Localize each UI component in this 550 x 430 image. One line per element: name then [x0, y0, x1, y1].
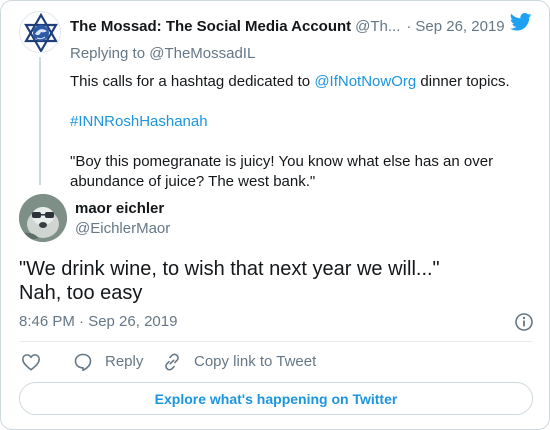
info-icon[interactable]: [514, 312, 534, 332]
parent-author-name[interactable]: The Mossad: The Social Media Account: [70, 17, 351, 37]
parent-tweet-header: The Mossad: The Social Media Account @Th…: [70, 17, 540, 37]
mention-link[interactable]: @IfNotNowOrg: [314, 73, 416, 90]
author-name[interactable]: maor eichler: [75, 200, 164, 218]
parent-tweet[interactable]: The Mossad: The Social Media Account @Th…: [19, 11, 534, 190]
main-tweet-author[interactable]: maor eichler @EichlerMaor: [19, 194, 529, 244]
thread-connector-line: [39, 57, 41, 185]
tweet-actions: Reply Copy link to Tweet: [19, 351, 534, 373]
tweet-timestamp[interactable]: 8:46 PM · Sep 26, 2019: [19, 313, 177, 330]
tweet-meta: 8:46 PM · Sep 26, 2019: [19, 312, 534, 332]
tweet-text-line: "We drink wine, to wish that next year w…: [19, 258, 440, 280]
reply-icon: [74, 353, 92, 372]
mossad-emblem-icon: [24, 12, 58, 52]
link-icon: [165, 353, 179, 371]
hashtag-link[interactable]: #INNRoshHashanah: [70, 113, 208, 130]
replying-to-label[interactable]: Replying to @TheMossadIL: [70, 44, 255, 64]
author-handle[interactable]: @EichlerMaor: [75, 220, 170, 238]
parent-tweet-body: This calls for a hashtag dedicated to @I…: [70, 72, 530, 192]
quote-line: abundance of juice? The west bank.": [70, 173, 316, 190]
parent-avatar[interactable]: [19, 11, 61, 53]
parent-author-handle[interactable]: @Th...: [355, 17, 400, 37]
tweet-text-line: Nah, too easy: [19, 282, 143, 304]
copy-link-button[interactable]: Copy link to Tweet: [162, 351, 316, 373]
twitter-bird-icon[interactable]: [510, 13, 532, 31]
quote-line: "Boy this pomegranate is juicy! You know…: [70, 153, 494, 170]
embedded-tweet-card: The Mossad: The Social Media Account @Th…: [0, 0, 550, 430]
avatar[interactable]: [19, 194, 67, 242]
user-photo-icon: [19, 194, 67, 242]
parent-tweet-date[interactable]: Sep 26, 2019: [415, 17, 504, 37]
separator-dot: ·: [406, 18, 412, 35]
copy-link-label: Copy link to Tweet: [194, 353, 317, 370]
explore-label: Explore what's happening on Twitter: [154, 390, 398, 407]
tweet-text: "We drink wine, to wish that next year w…: [19, 257, 529, 305]
body-text: dinner topics.: [416, 73, 510, 90]
divider: [19, 341, 533, 342]
like-button[interactable]: [21, 351, 41, 373]
body-text: This calls for a hashtag dedicated to: [70, 73, 315, 90]
heart-icon: [22, 354, 40, 371]
explore-twitter-button[interactable]: Explore what's happening on Twitter: [19, 382, 533, 415]
reply-label: Reply: [105, 353, 144, 370]
parent-body-line1: This calls for a hashtag dedicated to @I…: [70, 72, 530, 92]
reply-button[interactable]: Reply: [73, 351, 143, 373]
